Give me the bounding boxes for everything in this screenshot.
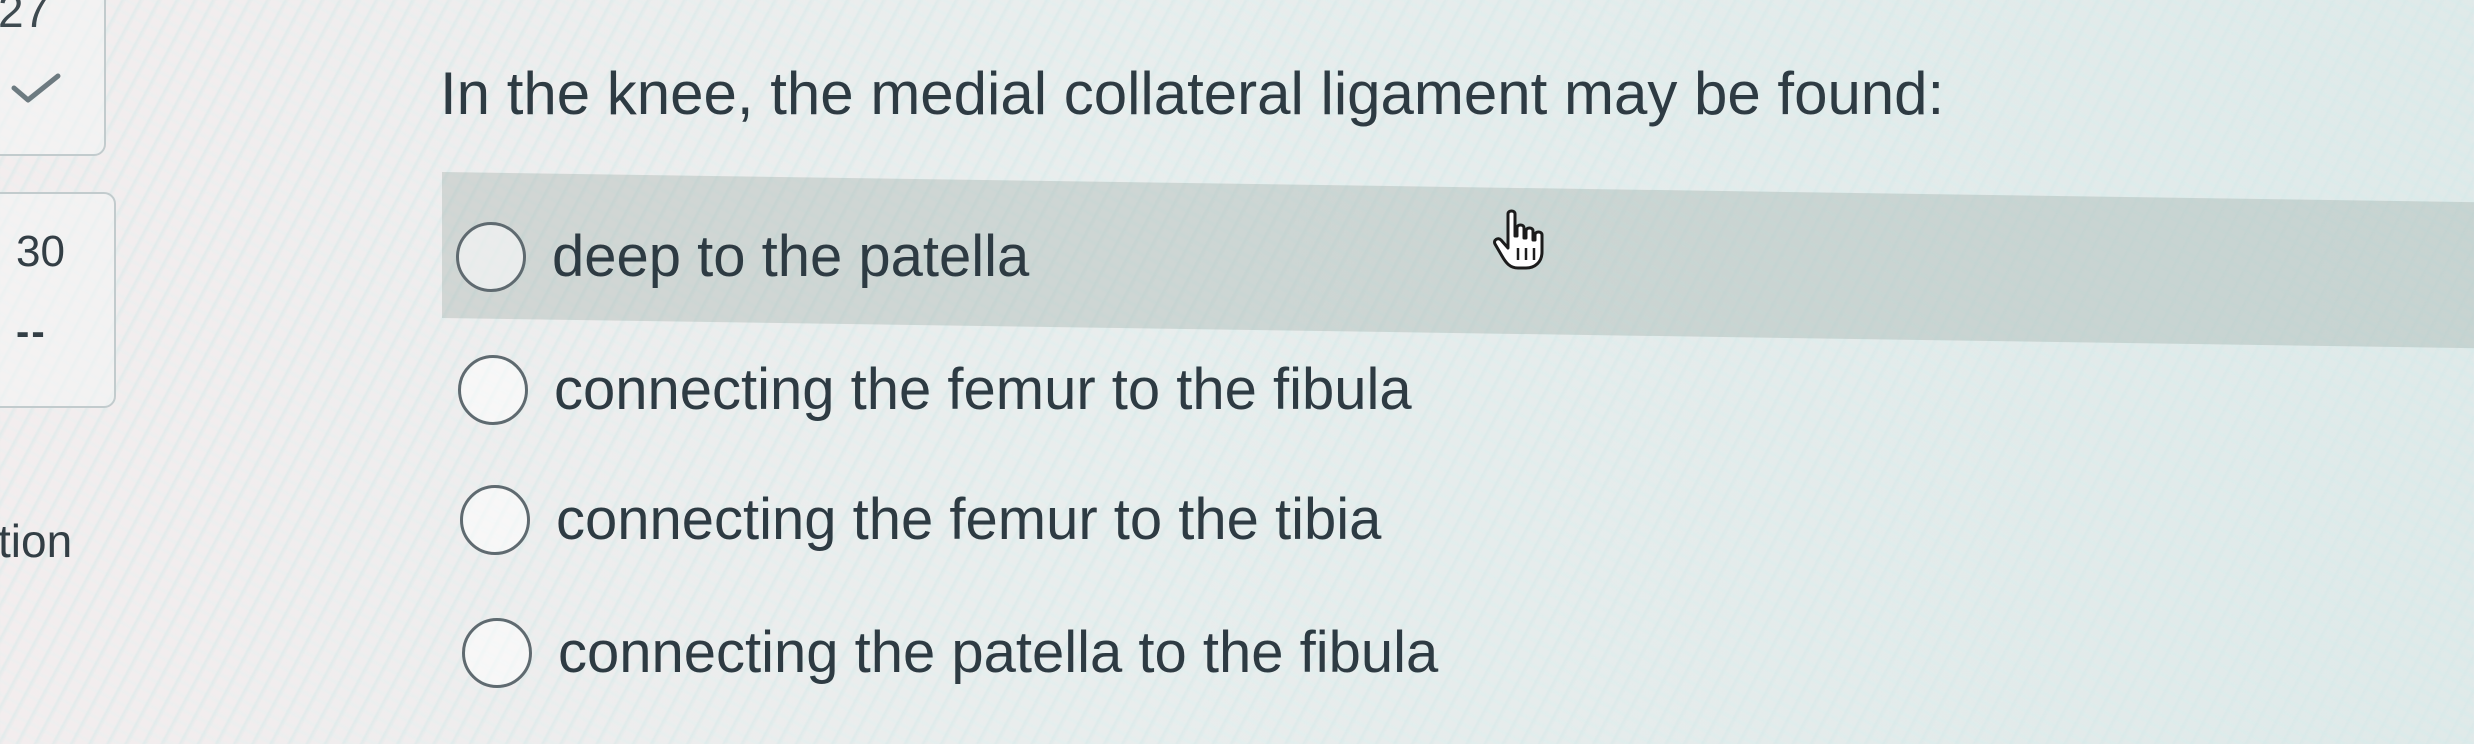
answer-option[interactable]: connecting the femur to the tibia <box>460 485 1381 555</box>
hand-pointer-icon <box>1493 209 1544 270</box>
question-nav-item-30[interactable]: 30 -- <box>0 192 116 408</box>
answer-label: connecting the femur to the fibula <box>554 357 1412 423</box>
radio-button[interactable] <box>462 618 532 688</box>
radio-button[interactable] <box>458 355 528 425</box>
answer-label: deep to the patella <box>552 224 1030 290</box>
question-nav-number: 30 <box>16 227 65 276</box>
answer-option[interactable]: connecting the patella to the fibula <box>462 618 1438 688</box>
question-nav-partial-label: tion <box>0 515 73 567</box>
answer-label: connecting the patella to the fibula <box>558 620 1439 686</box>
question-prompt: In the knee, the medial collateral ligam… <box>440 60 1945 127</box>
radio-button[interactable] <box>460 485 530 555</box>
answer-option[interactable]: connecting the femur to the fibula <box>458 355 1412 425</box>
radio-button[interactable] <box>456 222 526 292</box>
question-nav-status: -- <box>16 310 47 354</box>
answer-option[interactable]: deep to the patella <box>456 222 1029 292</box>
check-icon <box>11 73 61 103</box>
question-nav-item-27[interactable]: 27 <box>0 0 106 156</box>
question-nav-number: 27 <box>0 0 50 37</box>
answer-label: connecting the femur to the tibia <box>556 487 1382 553</box>
